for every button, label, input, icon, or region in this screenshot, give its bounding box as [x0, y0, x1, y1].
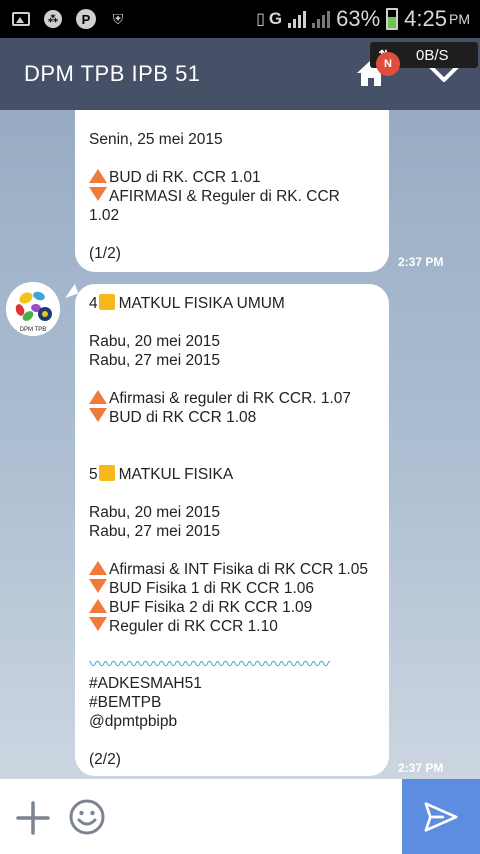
message-line: [89, 313, 375, 332]
line-text: #ADKESMAH51: [89, 675, 202, 692]
line-text: #BEMTPB: [89, 694, 162, 711]
yellow-square-icon: [98, 294, 115, 310]
message-time: 2:37 PM: [398, 255, 444, 269]
triangle-up-icon: [89, 169, 107, 183]
triangle-down-icon: [89, 579, 107, 593]
chat-area[interactable]: Senin, 25 mei 2015 BUD di RK. CCR 1.01 AFI…: [0, 110, 480, 779]
shield-icon: ⛨: [112, 10, 124, 27]
message-line: Rabu, 27 mei 2015: [89, 351, 375, 370]
message-line: 5 MATKUL FISIKA: [89, 465, 375, 484]
message-line: [89, 484, 375, 503]
clock-ampm: PM: [449, 11, 470, 27]
chat-title: DPM TPB IPB 51: [24, 61, 201, 86]
status-system: ▯ G 63% 4:25 PM: [256, 6, 470, 32]
emoji-icon[interactable]: [68, 798, 106, 836]
avatar-caption: DPM TPB: [20, 327, 47, 333]
message-line: (2/2): [89, 750, 375, 769]
send-button[interactable]: [402, 779, 480, 854]
wavy-divider: 〰〰〰〰〰〰〰〰〰〰〰〰〰〰〰: [89, 655, 330, 674]
message-line: #BEMTPB: [89, 693, 375, 712]
line-text: @dpmtpbipb: [89, 713, 178, 730]
notification-badge: N: [376, 52, 400, 76]
message-line: [89, 370, 375, 389]
message-line: [89, 427, 375, 446]
line-text: AFIRMASI & Reguler di RK. CCR: [109, 188, 340, 205]
line-text: (1/2): [89, 245, 121, 262]
message-line: 1.02: [89, 206, 375, 225]
status-notifications: ⁂ P ⛨: [12, 9, 126, 29]
avatar[interactable]: DPM TPB: [6, 282, 60, 336]
line-text: BUD Fisika 1 di RK CCR 1.06: [109, 580, 315, 597]
message-line: 〰〰〰〰〰〰〰〰〰〰〰〰〰〰〰: [89, 655, 375, 674]
network-type: G: [268, 9, 283, 28]
network-speed: 0B/S: [416, 46, 449, 64]
bbm-icon: ⁂: [44, 10, 62, 28]
message-line: Rabu, 27 mei 2015: [89, 522, 375, 541]
message-time: 2:37 PM: [398, 761, 444, 775]
message-line: [89, 149, 375, 168]
message-line: @dpmtpbipb: [89, 712, 375, 731]
message-input-bar: [0, 779, 480, 854]
triangle-up-icon: [89, 599, 107, 613]
line-text: MATKUL FISIKA UMUM: [118, 295, 285, 312]
gallery-icon: [12, 12, 30, 26]
message-line: Senin, 25 mei 2015: [89, 130, 375, 149]
message-line: [89, 636, 375, 655]
battery-icon: [386, 8, 399, 30]
line-text: Rabu, 20 mei 2015: [89, 504, 220, 521]
yellow-square-icon: [98, 465, 115, 481]
triangle-down-icon: [89, 617, 107, 631]
message-line: BUD di RK CCR 1.08: [89, 408, 375, 427]
dpm-logo-icon: DPM TPB: [6, 282, 60, 336]
line-text: Reguler di RK CCR 1.10: [109, 618, 278, 635]
message-line: 4 MATKUL FISIKA UMUM: [89, 294, 375, 313]
message-line: BUD di RK. CCR 1.01: [89, 168, 375, 187]
line-text: MATKUL FISIKA: [118, 466, 234, 483]
item-number: 4: [89, 295, 98, 312]
line-text: Rabu, 27 mei 2015: [89, 523, 220, 540]
line-text: BUD di RK. CCR 1.01: [109, 169, 261, 186]
status-bar: ⁂ P ⛨ ▯ G 63% 4:25 PM: [0, 0, 480, 38]
message-bubble[interactable]: 4 MATKUL FISIKA UMUM Rabu, 20 mei 2015 Rabu…: [75, 284, 389, 776]
message-line: BUF Fisika 2 di RK CCR 1.09: [89, 598, 375, 617]
p-icon: P: [76, 9, 96, 29]
message-line: [89, 541, 375, 560]
message-line: #ADKESMAH51: [89, 674, 375, 693]
send-icon: [424, 801, 458, 832]
item-number: 5: [89, 466, 98, 483]
plus-icon[interactable]: [14, 799, 52, 837]
message-line: [89, 731, 375, 750]
message-line: Afirmasi & INT Fisika di RK CCR 1.05: [89, 560, 375, 579]
triangle-up-icon: [89, 390, 107, 404]
battery-percent: 63%: [336, 6, 381, 31]
line-text: Afirmasi & reguler di RK CCR. 1.07: [109, 390, 352, 407]
clock: 4:25: [404, 6, 447, 31]
message-line: Rabu, 20 mei 2015: [89, 503, 375, 522]
message-line: AFIRMASI & Reguler di RK. CCR: [89, 187, 375, 206]
triangle-down-icon: [89, 187, 107, 201]
message-line: Afirmasi & reguler di RK CCR. 1.07: [89, 389, 375, 408]
line-text: Senin, 25 mei 2015: [89, 131, 223, 148]
message-line: (1/2): [89, 244, 375, 263]
line-text: Rabu, 27 mei 2015: [89, 352, 220, 369]
message-line: [89, 225, 375, 244]
signal-2-icon: [312, 10, 331, 28]
line-text: 1.02: [89, 207, 120, 224]
message-line: BUD Fisika 1 di RK CCR 1.06: [89, 579, 375, 598]
message-line: Rabu, 20 mei 2015: [89, 332, 375, 351]
line-text: BUD di RK CCR 1.08: [109, 409, 257, 426]
vibrate-icon: ▯: [256, 11, 265, 28]
message-bubble[interactable]: Senin, 25 mei 2015 BUD di RK. CCR 1.01 AFI…: [75, 110, 389, 272]
message-text: 4 MATKUL FISIKA UMUM Rabu, 20 mei 2015 Rabu…: [89, 284, 375, 769]
triangle-up-icon: [89, 561, 107, 575]
line-text: Rabu, 20 mei 2015: [89, 333, 220, 350]
line-text: BUF Fisika 2 di RK CCR 1.09: [109, 599, 313, 616]
message-line: [89, 446, 375, 465]
triangle-down-icon: [89, 408, 107, 422]
signal-icon: [288, 10, 307, 28]
line-text: (2/2): [89, 751, 121, 768]
message-text: Senin, 25 mei 2015 BUD di RK. CCR 1.01 AFI…: [89, 110, 375, 263]
message-line: Reguler di RK CCR 1.10: [89, 617, 375, 636]
line-text: Afirmasi & INT Fisika di RK CCR 1.05: [109, 561, 368, 578]
